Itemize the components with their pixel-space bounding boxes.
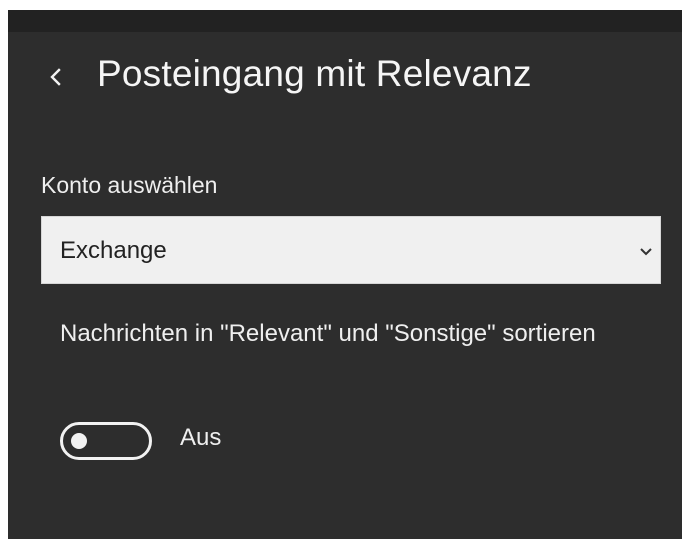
settings-panel: Posteingang mit Relevanz Konto auswählen… xyxy=(8,10,682,539)
page-title: Posteingang mit Relevanz xyxy=(97,53,532,94)
toggle-knob xyxy=(71,433,87,449)
chevron-left-icon xyxy=(42,63,70,91)
chevron-down-icon xyxy=(638,245,654,257)
account-dropdown[interactable]: Exchange xyxy=(41,216,661,284)
panel-header: Posteingang mit Relevanz xyxy=(8,32,682,122)
account-dropdown-value: Exchange xyxy=(60,237,167,264)
focused-inbox-label: Nachrichten in "Relevant" und "Sonstige"… xyxy=(60,320,596,347)
toggle-state-label: Aus xyxy=(180,424,222,451)
account-select-label: Konto auswählen xyxy=(41,172,218,198)
back-button[interactable] xyxy=(42,63,70,91)
title-bar-strip xyxy=(8,10,682,32)
focused-inbox-toggle[interactable] xyxy=(60,422,152,460)
